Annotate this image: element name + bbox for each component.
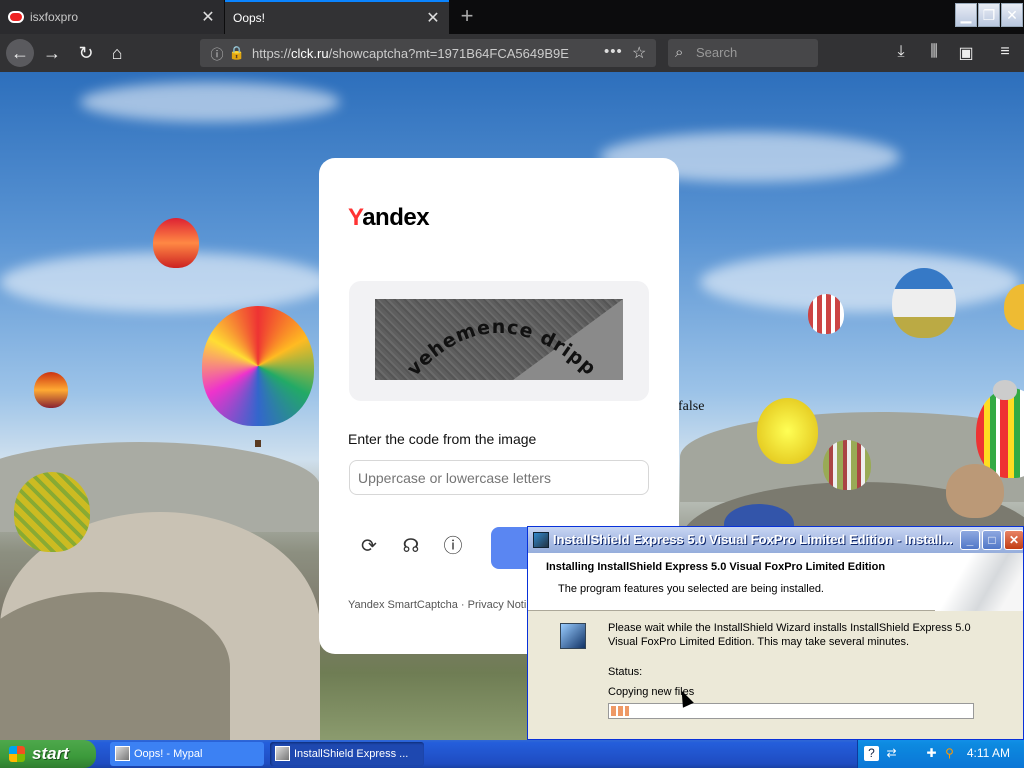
new-tab-plus-icon[interactable]: + [455,4,479,28]
search-icon: ⌕ [675,44,684,61]
reload-icon[interactable]: ↻ [72,39,100,67]
cloud [700,252,1020,312]
library-icon[interactable]: ⫼ [923,43,945,61]
close-window-button[interactable]: ✕ [1001,3,1023,27]
minimize-button[interactable]: _ [960,530,980,550]
forward-arrow-icon[interactable]: → [38,39,66,67]
star-icon[interactable]: ☆ [632,43,646,63]
start-button[interactable]: start [0,740,96,768]
sidebar-icon[interactable]: ▣ [955,43,977,63]
computer-install-icon [560,623,586,649]
windows-logo-icon [9,746,25,762]
captcha-text: vehemence dripping [375,299,600,380]
search-tray-icon[interactable]: ⚲ [942,746,957,761]
hot-air-balloon [823,440,871,490]
yandex-logo: Yandex [348,204,430,231]
headphones-icon[interactable]: ☊ [399,535,423,559]
hot-air-balloon [892,268,956,338]
search-placeholder: Search [696,45,738,60]
taskbar-item-installshield[interactable]: InstallShield Express ... [270,742,424,766]
hot-air-balloon [34,372,68,408]
hot-air-balloon [153,218,199,268]
installer-heading: Installing InstallShield Express 5.0 Vis… [546,561,886,573]
search-input[interactable]: ⌕ Search [668,39,818,67]
captcha-footer[interactable]: Yandex SmartCaptcha · Privacy Noti [348,599,526,611]
help-icon[interactable]: ? [864,746,879,761]
tab-title: Oops! [233,11,266,25]
cloud [80,82,340,122]
browser-tab-strip: isxfoxpro ✕ Oops! ✕ + ▁ ❐ ✕ [0,0,1024,34]
network-icon[interactable]: ⇄ [884,746,899,761]
address-bar[interactable]: ⓘ 🔒 https://clck.ru/showcaptcha?mt=1971B… [200,39,656,67]
browser-nav-bar: ← → ↻ ⌂ ⓘ 🔒 https://clck.ru/showcaptcha?… [0,34,1024,72]
hot-air-balloon [757,398,818,464]
installer-header: Installing InstallShield Express 5.0 Vis… [528,553,1023,611]
hamburger-menu-icon[interactable]: ≡ [994,43,1016,61]
close-icon[interactable]: ✕ [200,7,216,27]
captcha-image: vehemence dripping [375,299,623,380]
captcha-label: Enter the code from the image [348,431,537,447]
captcha-image-frame: vehemence dripping [349,281,649,401]
installer-message: Please wait while the InstallShield Wiza… [608,622,971,648]
hot-air-balloon [14,472,90,552]
installer-subheading: The program features you selected are be… [558,583,824,595]
tab-oops[interactable]: Oops! ✕ [225,0,449,34]
installer-app-icon [533,532,549,548]
back-arrow-icon[interactable]: ← [6,39,34,67]
installer-title: InstallShield Express 5.0 Visual FoxPro … [553,532,953,547]
lock-icon[interactable]: 🔒 [228,45,246,61]
progress-fill [611,706,629,716]
info-icon[interactable]: ⓘ [208,44,226,63]
close-button[interactable]: ✕ [1004,530,1023,550]
taskbar-item-label: InstallShield Express ... [294,748,409,760]
taskbar-item-mypal[interactable]: Oops! - Mypal [110,742,264,766]
captcha-input[interactable] [349,460,649,495]
system-tray: ? ⇄ ✚ ⚲ 4:11 AM [857,740,1024,768]
more-dots-icon[interactable]: ••• [604,43,623,60]
installshield-window: InstallShield Express 5.0 Visual FoxPro … [527,526,1024,740]
maximize-button[interactable]: □ [982,530,1002,550]
taskbar: start Oops! - Mypal InstallShield Expres… [0,740,1024,768]
balloon-basket [255,440,261,447]
opera-favicon-icon [8,11,24,23]
taskbar-item-label: Oops! - Mypal [134,748,203,760]
installer-app-icon [275,746,290,761]
stray-text: false [678,399,705,414]
clock: 4:11 AM [966,746,1010,760]
installer-title-bar[interactable]: InstallShield Express 5.0 Visual FoxPro … [528,527,1023,553]
start-label: start [32,744,69,763]
installer-header-graphic [935,553,1023,611]
tab-isxfoxpro[interactable]: isxfoxpro ✕ [0,0,224,34]
maximize-window-button[interactable]: ❐ [978,3,1000,27]
browser-window-icon [115,746,130,761]
status-label: Status: [608,666,643,678]
hot-air-balloon [808,294,844,334]
info-icon[interactable]: ⓘ [441,535,465,559]
tab-title: isxfoxpro [30,10,79,24]
hot-air-balloon [202,306,314,426]
home-icon[interactable]: ⌂ [103,39,131,67]
security-icon[interactable]: ✚ [924,746,939,761]
progress-bar [608,703,974,719]
hot-air-balloon [993,380,1017,400]
close-icon[interactable]: ✕ [425,8,441,28]
url-text: https://clck.ru/showcaptcha?mt=1971B64FC… [252,45,569,61]
download-icon[interactable]: ⤓ [890,43,912,61]
minimize-window-button[interactable]: ▁ [955,3,977,27]
captcha-text-graphic: vehemence dripping [375,299,601,380]
hot-air-balloon [946,464,1004,518]
refresh-icon[interactable]: ⟳ [357,535,381,559]
svg-text:vehemence dripping: vehemence dripping [375,299,601,380]
